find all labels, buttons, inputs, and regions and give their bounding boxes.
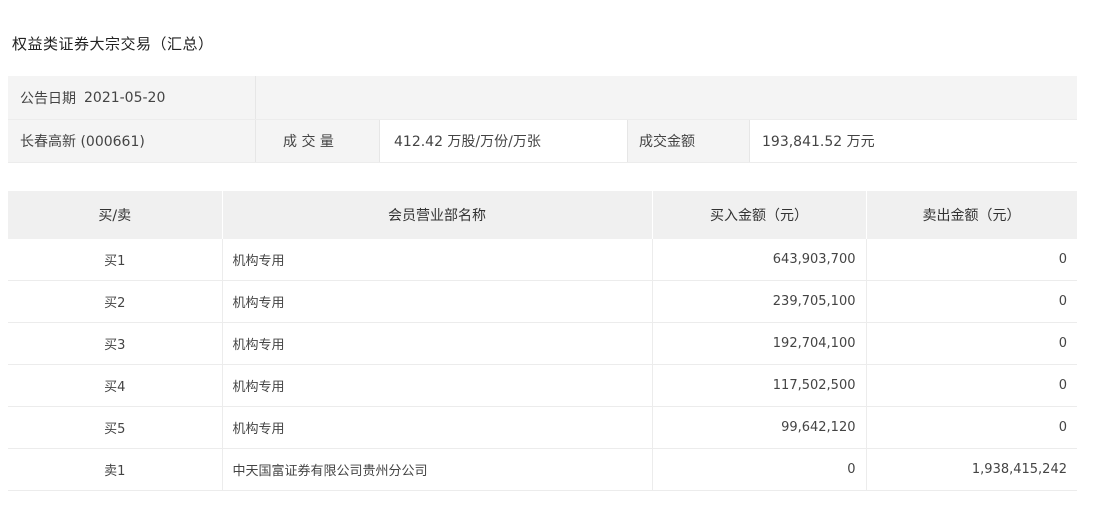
trade-table: 买/卖 会员营业部名称 买入金额（元） 卖出金额（元） 买1 机构专用 643,…	[8, 191, 1078, 491]
row-side: 买3	[8, 322, 223, 365]
row-sell-amount: 0	[866, 406, 1077, 449]
row-sell-amount: 1,938,415,242	[866, 448, 1077, 491]
row-side: 卖1	[8, 448, 223, 491]
stock-name: 长春高新 (000661)	[8, 120, 256, 162]
row-member-name: 机构专用	[222, 322, 653, 365]
row-buy-amount: 99,642,120	[652, 406, 867, 449]
row-buy-amount: 643,903,700	[652, 239, 867, 281]
table-row: 卖1 中天国富证券有限公司贵州分公司 0 1,938,415,242	[8, 448, 1077, 491]
announcement-date: 公告日期 2021-05-20	[8, 76, 256, 119]
row-sell-amount: 0	[866, 239, 1077, 281]
header-sell-amount: 卖出金额（元）	[866, 191, 1078, 239]
date-value: 2021-05-20	[84, 89, 166, 106]
table-row: 买2 机构专用 239,705,100 0	[8, 280, 1077, 323]
table-row: 买4 机构专用 117,502,500 0	[8, 364, 1077, 407]
row-member-name: 机构专用	[222, 364, 653, 407]
page-title: 权益类证券大宗交易（汇总）	[12, 35, 214, 53]
row-buy-amount: 117,502,500	[652, 364, 867, 407]
table-row: 买5 机构专用 99,642,120 0	[8, 406, 1077, 449]
header-member-name: 会员营业部名称	[222, 191, 653, 239]
amount-value: 193,841.52 万元	[750, 120, 1077, 162]
table-row: 买3 机构专用 192,704,100 0	[8, 322, 1077, 365]
summary-info-row: 长春高新 (000661) 成 交 量 412.42 万股/万份/万张 成交金额…	[8, 120, 1077, 163]
row-member-name: 中天国富证券有限公司贵州分公司	[222, 448, 653, 491]
row-side: 买5	[8, 406, 223, 449]
volume-value: 412.42 万股/万份/万张	[380, 120, 628, 162]
amount-label: 成交金额	[628, 120, 750, 162]
row-side: 买4	[8, 364, 223, 407]
row-sell-amount: 0	[866, 364, 1077, 407]
row-side: 买2	[8, 280, 223, 323]
summary-date-row: 公告日期 2021-05-20	[8, 76, 1077, 120]
header-buy-amount: 买入金额（元）	[652, 191, 867, 239]
row-member-name: 机构专用	[222, 280, 653, 323]
row-member-name: 机构专用	[222, 239, 653, 281]
date-label: 公告日期	[20, 90, 76, 107]
table-row: 买1 机构专用 643,903,700 0	[8, 239, 1077, 281]
row-sell-amount: 0	[866, 322, 1077, 365]
volume-label: 成 交 量	[256, 120, 380, 162]
row-buy-amount: 192,704,100	[652, 322, 867, 365]
row-buy-amount: 239,705,100	[652, 280, 867, 323]
row-buy-amount: 0	[652, 448, 867, 491]
row-side: 买1	[8, 239, 223, 281]
table-header-row: 买/卖 会员营业部名称 买入金额（元） 卖出金额（元）	[8, 191, 1078, 239]
header-side: 买/卖	[8, 191, 223, 239]
row-member-name: 机构专用	[222, 406, 653, 449]
row-sell-amount: 0	[866, 280, 1077, 323]
summary-panel: 公告日期 2021-05-20 长春高新 (000661) 成 交 量 412.…	[8, 76, 1077, 163]
